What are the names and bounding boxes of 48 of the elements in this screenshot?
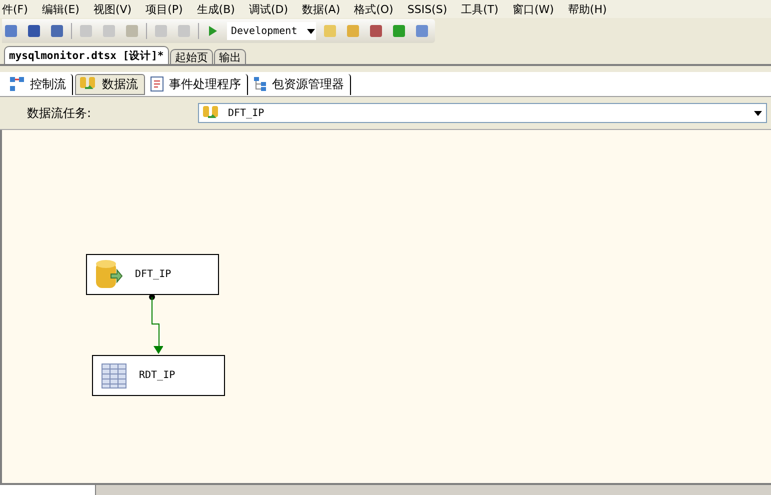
component-node[interactable]: RDT_IP: [92, 355, 225, 396]
flow-icon: [9, 76, 25, 92]
command-window-button[interactable]: [413, 22, 431, 40]
task-label: 数据流任务:: [27, 104, 92, 122]
tools-button[interactable]: [367, 22, 385, 40]
menu-item[interactable]: 数据(A): [302, 2, 340, 16]
play-icon: [208, 25, 218, 37]
copy-button[interactable]: [100, 22, 118, 40]
properties-button[interactable]: [344, 22, 362, 40]
import-button[interactable]: [390, 22, 408, 40]
caret-icon: [754, 110, 762, 116]
database-icon: [95, 258, 123, 290]
component-node[interactable]: DFT_IP: [86, 254, 219, 295]
redo-button[interactable]: [175, 22, 193, 40]
tree-icon: [253, 76, 267, 92]
menu-item[interactable]: SSIS(S): [407, 2, 448, 16]
cylinders-icon: [202, 105, 220, 121]
cut-button[interactable]: [77, 22, 95, 40]
paste-button[interactable]: [123, 22, 141, 40]
grid-icon: [101, 362, 127, 388]
document-tab[interactable]: 输出: [214, 49, 246, 64]
menu-item[interactable]: 格式(O): [354, 2, 394, 16]
document-tab[interactable]: mysqlmonitor.dtsx [设计]*: [4, 46, 169, 64]
menu-item[interactable]: 窗口(W): [512, 2, 554, 16]
menu-item[interactable]: 帮助(H): [568, 2, 607, 16]
menu-item[interactable]: 视图(V): [93, 2, 132, 16]
caret-icon: [307, 28, 315, 34]
menu-item[interactable]: 生成(B): [196, 2, 235, 16]
menu-item[interactable]: 调试(D): [248, 2, 288, 16]
document-icon: [150, 76, 164, 92]
bottom-tab[interactable]: [0, 485, 96, 495]
node-label: RDT_IP: [139, 370, 176, 381]
menu-item[interactable]: 项目(P): [146, 2, 183, 16]
undo-button[interactable]: [152, 22, 170, 40]
configuration-dropdown[interactable]: Development: [227, 22, 316, 40]
document-tab[interactable]: 起始页: [170, 49, 213, 64]
node-label: DFT_IP: [135, 269, 172, 280]
connector-arrow: [149, 294, 163, 356]
save-button[interactable]: [25, 22, 43, 40]
cylinders-icon: [79, 76, 97, 92]
designer-tab[interactable]: 数据流: [75, 74, 145, 94]
save-all-button[interactable]: [48, 22, 66, 40]
find-button[interactable]: [321, 22, 339, 40]
menu-item[interactable]: 件(F): [2, 2, 28, 16]
menu-item[interactable]: 工具(T): [461, 2, 498, 16]
task-dropdown[interactable]: DFT_IP: [198, 103, 767, 123]
menu-item[interactable]: 编辑(E): [42, 2, 80, 16]
new-item-button[interactable]: [2, 22, 20, 40]
